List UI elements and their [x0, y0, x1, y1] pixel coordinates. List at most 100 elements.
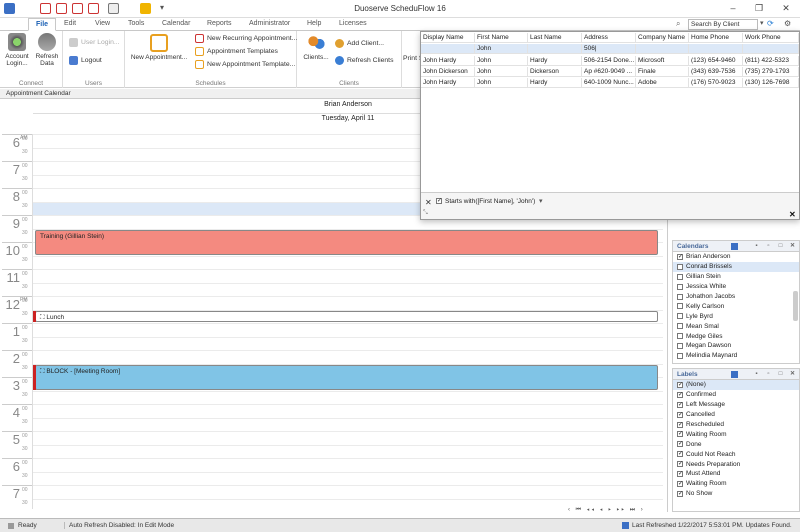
time-slot[interactable] — [33, 336, 663, 351]
settings-icon[interactable]: ⚙ — [784, 19, 791, 28]
column-header[interactable]: Display Name — [421, 33, 475, 43]
label-item[interactable]: ✓ Rescheduled — [673, 420, 799, 430]
label-checkbox[interactable]: ✓ — [677, 451, 683, 458]
time-slot[interactable] — [33, 390, 663, 405]
label-item[interactable]: ✓ Cancelled — [673, 410, 799, 420]
refresh-clients-button[interactable]: Refresh Clients — [335, 56, 393, 65]
label-checkbox[interactable]: ✓ — [677, 461, 683, 468]
new-recurring-appointment-button[interactable]: New Recurring Appointment... — [195, 34, 297, 43]
pin-icon[interactable]: ▪ — [753, 243, 760, 250]
label-checkbox[interactable]: ✓ — [677, 391, 683, 398]
tab-file[interactable]: File — [28, 18, 57, 31]
label-item[interactable]: ✓ Waiting Room — [673, 479, 799, 489]
time-slot[interactable] — [33, 431, 663, 445]
tab-view[interactable]: View — [95, 20, 110, 27]
table-row[interactable]: John Dickerson John Dickerson Ap #620-9049 … — [421, 67, 799, 77]
calendar-item[interactable]: Gillian Stein — [673, 272, 799, 282]
tab-help[interactable]: Help — [307, 20, 321, 27]
labels-restore-icon[interactable]: ▫ — [765, 371, 772, 378]
calendar-item[interactable]: Kelly Carlson — [673, 301, 799, 311]
search-dropdown-icon[interactable]: ▾ — [760, 19, 764, 27]
clear-filter-icon[interactable]: ✕ — [425, 198, 432, 207]
filter-dropdown-icon[interactable]: ▾ — [539, 197, 543, 205]
grid-filter-row[interactable]: John 506| — [421, 44, 799, 54]
label-item[interactable]: ✓ Must Attend — [673, 469, 799, 479]
calendar-navigation[interactable]: ‹ ⏮ ◂◂ ◂ ▸ ▸▸ ⏭ › — [568, 507, 645, 512]
label-item[interactable]: ✓ Confirmed — [673, 390, 799, 400]
appointment[interactable]: ⛶ Lunch — [33, 310, 658, 322]
calendar-checkbox[interactable] — [677, 303, 683, 310]
calendar-checkbox[interactable] — [677, 323, 683, 330]
time-slot[interactable] — [33, 417, 663, 432]
client-search-input[interactable]: Search By Client — [688, 19, 758, 30]
tab-reports[interactable]: Reports — [207, 20, 232, 27]
time-slot[interactable] — [33, 350, 663, 364]
label-item[interactable]: ✓ No Show — [673, 489, 799, 499]
calendar-checkbox[interactable] — [677, 313, 683, 320]
calendar-checkbox[interactable] — [677, 293, 683, 300]
column-header[interactable]: Last Name — [528, 33, 582, 43]
new-appointment-button[interactable]: New Appointment... — [128, 34, 190, 61]
column-header[interactable]: First Name — [475, 33, 528, 43]
appointment[interactable]: Training (Gillian Stein) — [35, 229, 658, 255]
calendar-checkbox[interactable] — [677, 342, 683, 349]
restore-button[interactable]: ❐ — [752, 2, 766, 15]
label-checkbox[interactable]: ✓ — [677, 421, 683, 428]
restore-panel-icon[interactable]: ▫ — [765, 243, 772, 250]
calendar-item[interactable]: Conrad Brissels — [673, 261, 799, 272]
filter-text[interactable]: Starts with([First Name], 'John') — [445, 198, 535, 205]
clients-button[interactable]: Clients... — [300, 34, 332, 61]
user-login-button[interactable]: User Login... — [69, 38, 120, 47]
appointment[interactable]: ⛶ BLOCK - [Meeting Room] — [33, 364, 658, 390]
label-checkbox[interactable]: ✓ — [677, 401, 683, 408]
labels-view-icon[interactable] — [731, 371, 738, 378]
calendar-checkbox[interactable] — [677, 263, 683, 270]
calendar-item[interactable]: ✓ Brian Anderson — [673, 252, 799, 262]
calendars-scrollbar[interactable] — [793, 291, 798, 321]
appointment-templates-button[interactable]: Appointment Templates — [195, 47, 278, 56]
calendar-checkbox[interactable] — [677, 352, 683, 359]
account-login-button[interactable]: Account Login... — [3, 33, 31, 67]
label-checkbox[interactable]: ✓ — [677, 470, 683, 477]
calendar-item[interactable]: Melindia Maynard — [673, 351, 799, 361]
label-item[interactable]: ✓ Left Message — [673, 400, 799, 410]
calendar-item[interactable]: Lyle Byrd — [673, 311, 799, 321]
label-item[interactable]: ✓ (None) — [673, 380, 799, 390]
time-slot[interactable] — [33, 444, 663, 459]
column-header[interactable]: Work Phone — [743, 33, 799, 43]
label-checkbox[interactable]: ✓ — [677, 441, 683, 448]
calendar-item[interactable]: Johathon Jacobs — [673, 292, 799, 302]
label-checkbox[interactable]: ✓ — [677, 480, 683, 487]
minimize-button[interactable]: – — [726, 2, 740, 15]
label-item[interactable]: ✓ Could Not Reach — [673, 449, 799, 459]
calendar-checkbox[interactable] — [677, 333, 683, 340]
calendar-item[interactable]: Mean Smal — [673, 321, 799, 331]
calendar-view-icon[interactable] — [731, 243, 738, 250]
close-panel-icon[interactable]: ✕ — [789, 243, 796, 250]
labels-maximize-icon[interactable]: □ — [777, 371, 784, 378]
calendar-item[interactable]: Jessica White — [673, 282, 799, 292]
close-popup-icon[interactable]: ✕ — [789, 210, 796, 219]
refresh-data-button[interactable]: Refresh Data — [34, 33, 60, 67]
column-header[interactable]: Home Phone — [689, 33, 743, 43]
label-checkbox[interactable]: ✓ — [677, 381, 683, 388]
label-item[interactable]: ✓ Needs Preparation — [673, 459, 799, 469]
tab-calendar[interactable]: Calendar — [162, 20, 190, 27]
time-slot[interactable] — [33, 485, 663, 499]
column-header[interactable]: Company Name — [636, 33, 689, 43]
time-slot[interactable] — [33, 282, 663, 297]
tab-administrator[interactable]: Administrator — [249, 20, 290, 27]
logout-button[interactable]: Logout — [69, 56, 102, 65]
labels-pin-icon[interactable]: ▪ — [753, 371, 760, 378]
label-checkbox[interactable]: ✓ — [677, 431, 683, 438]
label-checkbox[interactable]: ✓ — [677, 490, 683, 497]
time-slot[interactable] — [33, 471, 663, 486]
filter-enabled-checkbox[interactable]: ✓ — [436, 198, 442, 204]
calendar-checkbox[interactable] — [677, 273, 683, 280]
time-slot[interactable] — [33, 269, 663, 283]
time-slot[interactable] — [33, 458, 663, 472]
table-row[interactable]: John Hardy John Hardy 640-1009 Nunc... Adobe… — [421, 78, 799, 88]
close-button[interactable]: ✕ — [779, 2, 793, 15]
time-slot[interactable] — [33, 255, 663, 270]
label-item[interactable]: ✓ Done — [673, 439, 799, 449]
